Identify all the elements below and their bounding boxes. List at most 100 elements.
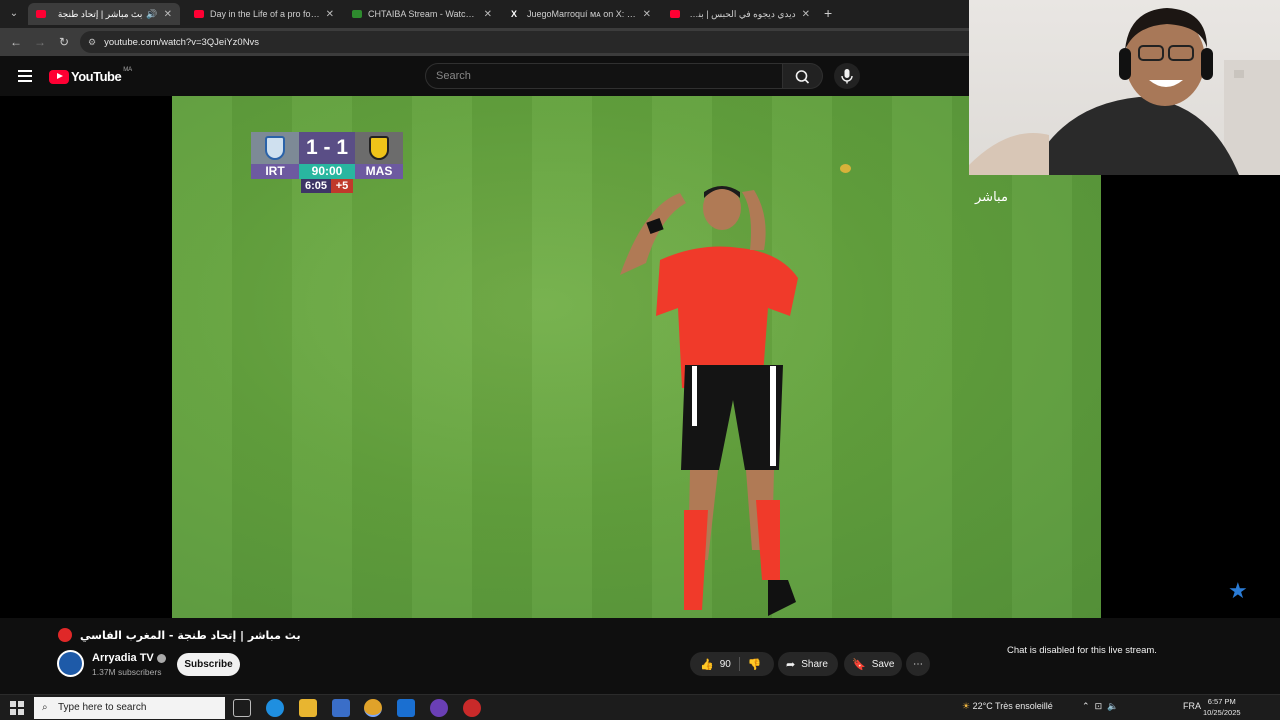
tab-search-chevron-icon[interactable]: ⌄	[6, 6, 22, 22]
country-code: MA	[123, 66, 133, 73]
tab-close-icon[interactable]: ✕	[484, 9, 492, 20]
added-minutes: +5	[331, 179, 353, 193]
home-team-code: IRT	[251, 164, 299, 179]
verified-icon	[156, 653, 166, 663]
taskbar-search-placeholder: Type here to search	[58, 702, 147, 713]
back-arrow-icon[interactable]: ←	[8, 34, 24, 50]
more-actions-button[interactable]: ⋯	[906, 652, 930, 676]
home-team-badge	[251, 132, 299, 164]
save-button[interactable]: 🔖 Save	[844, 652, 902, 676]
tab-close-icon[interactable]: ✕	[326, 9, 334, 20]
ball	[840, 164, 851, 173]
language-indicator[interactable]: FRA	[1183, 701, 1201, 711]
search-button[interactable]	[783, 63, 823, 89]
tab-title: CHTAIBA Stream - Watch Live c	[368, 9, 478, 19]
clock[interactable]: 6:57 PM 10/25/2025	[1203, 696, 1241, 718]
live-label: مباشر	[975, 190, 1008, 205]
video-title: بث مباشر | إتحاد طنجة - المغرب الفاسي	[58, 628, 301, 642]
away-crest-icon	[369, 136, 389, 160]
app-icon[interactable]	[430, 699, 448, 717]
like-dislike-group: 👍 90 👎	[690, 652, 774, 676]
away-team-badge	[355, 132, 403, 164]
menu-hamburger-icon[interactable]	[18, 70, 32, 82]
url-field[interactable]: ⚙ youtube.com/watch?v=3QJeiYz0Nvs	[80, 31, 980, 53]
dislike-thumb-icon[interactable]: 👎	[748, 658, 762, 671]
tab-close-icon[interactable]: ✕	[643, 9, 651, 20]
tab-active[interactable]: بث مباشر | إتحاد طنجة 🔊 ✕	[28, 3, 180, 25]
weather-text: 22°C Très ensoleillé	[972, 701, 1053, 711]
like-thumb-icon[interactable]: 👍	[700, 658, 714, 671]
subscriber-count: 1.37M subscribers	[92, 667, 162, 677]
tab-title: بث مباشر | إتحاد طنجة	[57, 8, 143, 19]
youtube-play-icon	[49, 69, 69, 84]
tab-close-icon[interactable]: ✕	[802, 9, 810, 20]
chat-disabled-message: Chat is disabled for this live stream.	[1007, 645, 1157, 656]
search-icon: ⌕	[42, 702, 48, 713]
save-label: Save	[871, 658, 895, 670]
youtube-favicon-icon	[670, 10, 680, 18]
recorder-icon[interactable]	[463, 699, 481, 717]
tab-day-in-life[interactable]: Day in the Life of a pro football ✕	[186, 3, 342, 25]
channel-name-text: Arryadia TV	[92, 652, 154, 664]
added-time-clock: 6:05	[301, 179, 331, 193]
tab-chtaiba[interactable]: CHTAIBA Stream - Watch Live c ✕	[344, 3, 500, 25]
channel-avatar[interactable]	[57, 650, 84, 677]
search-icon	[795, 70, 810, 84]
score-display: 1 - 1	[299, 132, 355, 164]
channel-watermark-star-icon[interactable]: ★	[1228, 578, 1248, 604]
youtube-favicon-icon	[36, 10, 46, 18]
home-crest-icon	[265, 136, 285, 160]
webcam-overlay	[969, 0, 1280, 175]
task-view-icon[interactable]	[233, 699, 251, 717]
more-dots-icon: ⋯	[913, 658, 923, 670]
taskbar-search-input[interactable]: ⌕ Type here to search	[34, 697, 225, 719]
bookmark-icon: 🔖	[852, 658, 866, 671]
edge-icon[interactable]	[266, 699, 284, 717]
store-icon[interactable]	[332, 699, 350, 717]
tab-diddy[interactable]: ديدي ديجوه في الحبس | بنت كانت ✕	[662, 3, 818, 25]
scoreboard: 1 - 1 IRT 90:00 MAS 6:05 +5	[251, 132, 403, 194]
windows-start-icon[interactable]	[10, 701, 24, 715]
channel-name[interactable]: Arryadia TV	[92, 652, 166, 664]
new-tab-icon[interactable]: +	[824, 5, 832, 21]
youtube-favicon-icon	[194, 10, 204, 18]
tab-title: ديدي ديجوه في الحبس | بنت كانت	[686, 8, 796, 19]
logo-text: YouTube	[71, 69, 122, 84]
reload-icon[interactable]: ↻	[56, 34, 72, 50]
search-input[interactable]: Search	[425, 63, 783, 89]
speaker-icon[interactable]: 🔊	[146, 9, 157, 20]
file-explorer-icon[interactable]	[299, 699, 317, 717]
share-button[interactable]: ➦ Share	[778, 652, 838, 676]
sun-icon: ☀	[962, 701, 971, 711]
tab-title: Day in the Life of a pro football	[210, 9, 320, 19]
windows-taskbar: ⌕ Type here to search ☀ 22°C Très ensole…	[0, 694, 1280, 720]
share-label: Share	[801, 658, 828, 670]
chevron-up-icon[interactable]: ⌃	[1082, 701, 1090, 711]
youtube-logo[interactable]: YouTube MA	[49, 66, 133, 84]
microphone-icon	[841, 69, 853, 84]
share-arrow-icon: ➦	[786, 658, 796, 671]
site-info-icon[interactable]: ⚙	[88, 37, 96, 48]
subscribe-button[interactable]: Subscribe	[177, 653, 240, 676]
tray-icons[interactable]: ⌃ ⊡ 🔈	[1082, 701, 1118, 712]
volume-icon[interactable]: 🔈	[1107, 701, 1118, 711]
clock-time: 6:57 PM	[1207, 697, 1236, 706]
tab-title: JuegoMarroquí ᴍᴀ on X: "Azze	[527, 9, 637, 19]
url-text: youtube.com/watch?v=3QJeiYz0Nvs	[104, 36, 260, 48]
referee-figure	[620, 186, 798, 616]
weather-widget[interactable]: ☀ 22°C Très ensoleillé	[962, 701, 1053, 712]
tab-x-post[interactable]: X JuegoMarroquí ᴍᴀ on X: "Azze ✕	[503, 3, 659, 25]
chtaiba-favicon-icon	[352, 10, 362, 18]
x-logo-icon: X	[511, 9, 518, 19]
voice-search-button[interactable]	[834, 63, 860, 89]
network-icon[interactable]: ⊡	[1095, 701, 1103, 711]
chrome-icon[interactable]	[364, 699, 382, 717]
video-title-text: بث مباشر | إتحاد طنجة - المغرب الفاسي	[80, 628, 301, 642]
forward-arrow-icon[interactable]: →	[32, 34, 48, 50]
like-count[interactable]: 90	[720, 659, 731, 670]
outlook-icon[interactable]	[397, 699, 415, 717]
youtube-header: YouTube MA Search	[0, 56, 970, 96]
live-dot-icon	[58, 628, 72, 642]
tab-close-icon[interactable]: ✕	[164, 9, 172, 20]
streamer-figure	[969, 8, 1280, 175]
